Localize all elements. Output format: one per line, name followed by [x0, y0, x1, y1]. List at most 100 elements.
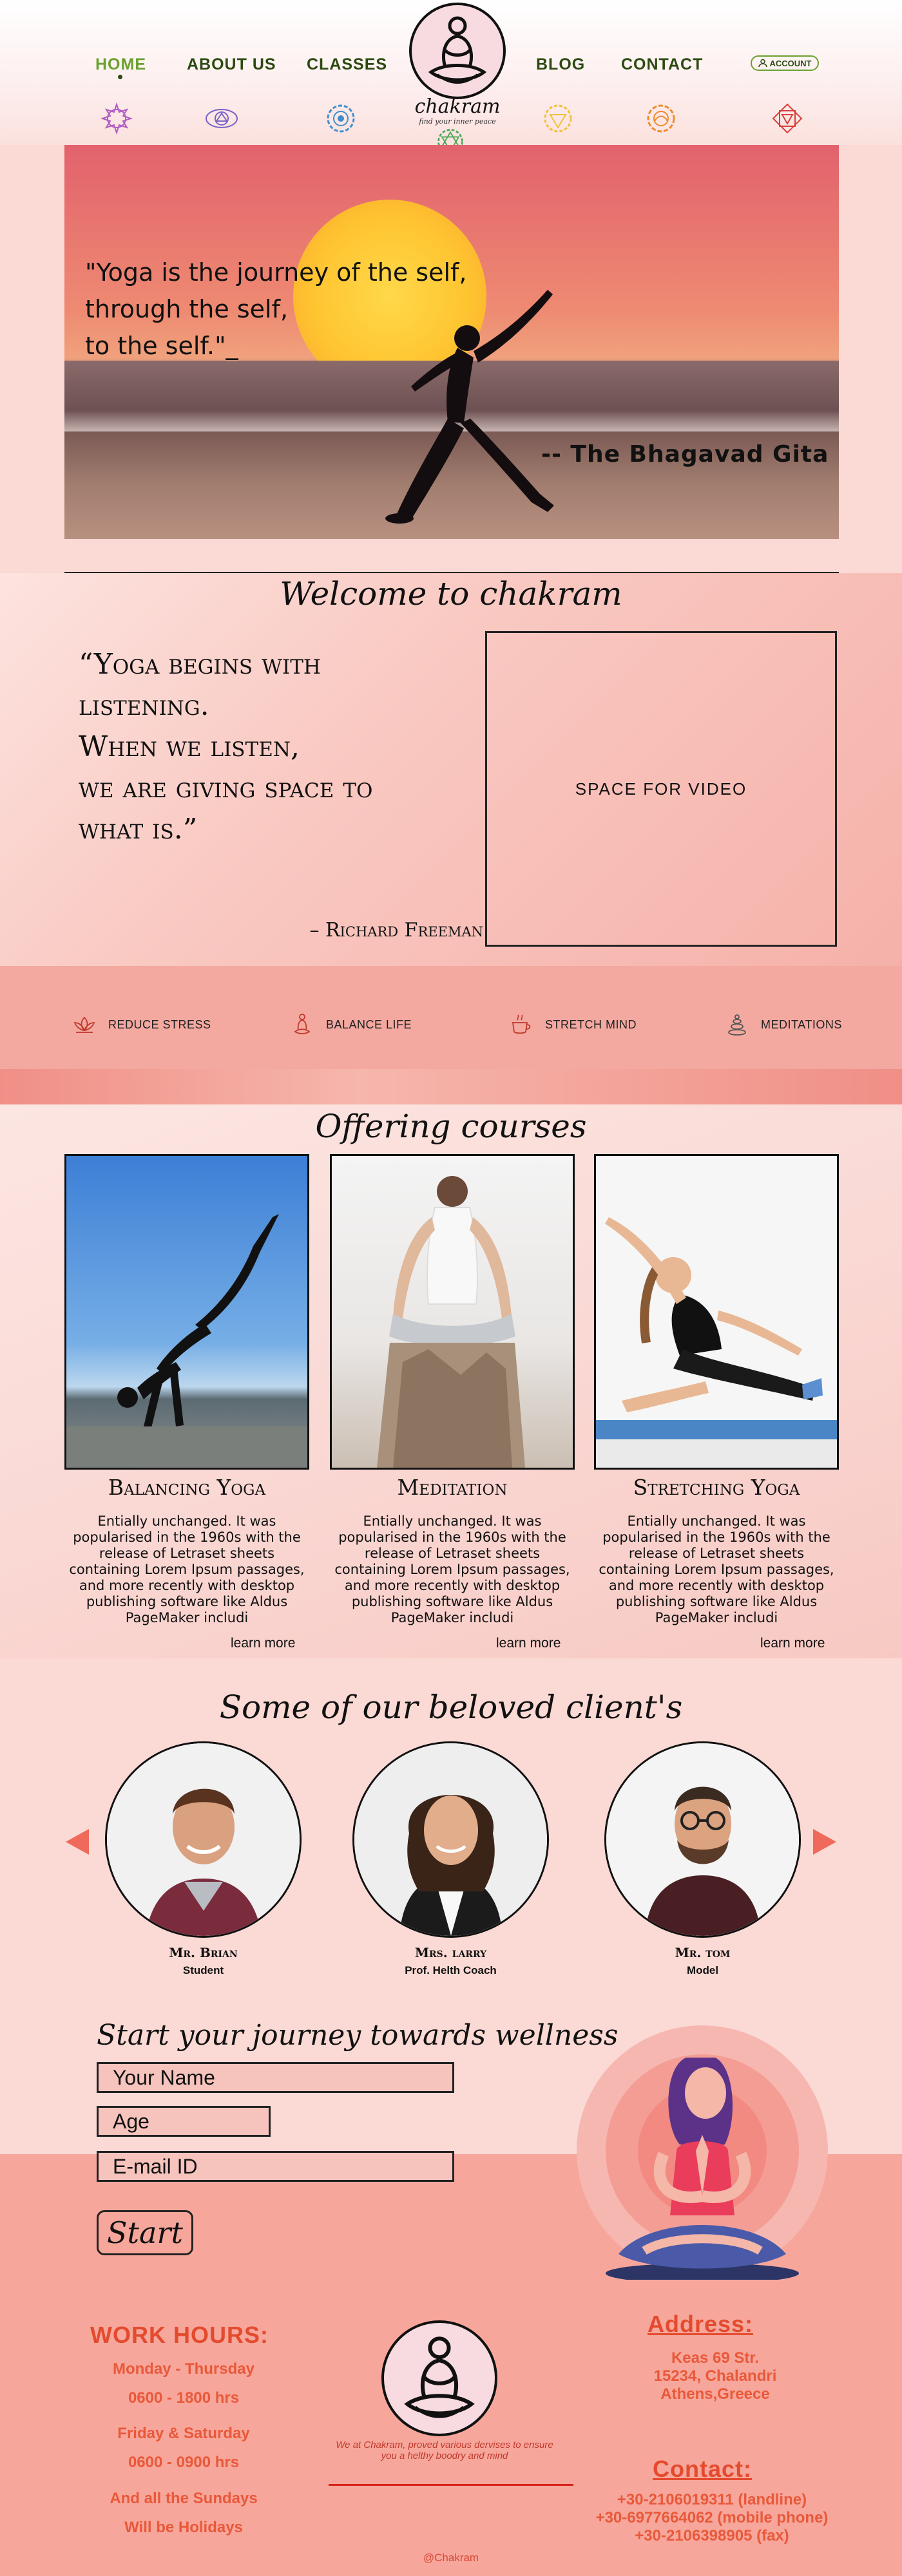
- hours-line: And all the Sundays: [110, 2490, 258, 2507]
- logo-emblem[interactable]: [409, 3, 506, 99]
- start-button[interactable]: Start: [97, 2210, 193, 2255]
- learn-more-link[interactable]: learn more: [760, 1636, 825, 1651]
- welcome-quote-line: what is.”: [79, 813, 198, 846]
- course-description: Entially unchanged. It was popularised i…: [69, 1513, 305, 1625]
- nav-classes[interactable]: CLASSES: [307, 55, 387, 74]
- nav-about-us[interactable]: ABOUT US: [187, 55, 276, 74]
- age-field-placeholder: Age: [113, 2109, 149, 2133]
- client-name: Mr. Brian: [169, 1945, 238, 1960]
- client-portrait: [354, 1743, 547, 1936]
- client-role: Prof. Helth Coach: [405, 1964, 497, 1976]
- contact-line[interactable]: +30-2106019311 (landline): [567, 2491, 857, 2509]
- welcome-quote-line: When we listen,: [79, 730, 300, 763]
- welcome-quote-line: we are giving space to: [79, 772, 373, 804]
- courses-title: Offering courses: [315, 1108, 587, 1145]
- client-role: Model: [686, 1964, 719, 1976]
- hours-line: 0600 - 1800 hrs: [128, 2389, 240, 2407]
- address-title: Address:: [648, 2311, 754, 2337]
- stretching-figure: [596, 1217, 837, 1468]
- journey-title: Start your journey towards wellness: [97, 2019, 619, 2052]
- footer-divider: [329, 2484, 573, 2486]
- logo-tagline: find your inner peace: [419, 117, 496, 126]
- clients-title: Some of our beloved client's: [219, 1689, 683, 1726]
- course-description: Entially unchanged. It was popularised i…: [599, 1513, 834, 1625]
- address-line: Athens,Greece: [660, 2385, 770, 2403]
- hero-quote-author: -- The Bhagavad Gita: [541, 441, 829, 468]
- client-role: Student: [182, 1964, 224, 1976]
- third-eye-chakra-icon: [206, 109, 238, 128]
- client-avatar: [604, 1741, 801, 1938]
- welcome-quote-line: listening.: [79, 689, 209, 722]
- root-chakra-icon: [772, 103, 803, 134]
- hero-quote-line: to the self."_: [85, 332, 238, 360]
- nav-blog[interactable]: BLOG: [536, 55, 585, 74]
- meditation-logo-icon: [428, 16, 487, 84]
- course-image-balancing-yoga[interactable]: [64, 1154, 309, 1470]
- contact-title: Contact:: [653, 2456, 752, 2482]
- client-portrait: [107, 1743, 300, 1936]
- benefit-reduce-stress: REDUCE STRESS: [72, 1012, 211, 1037]
- user-icon: [758, 59, 767, 68]
- welcome-quote: “Yoga begins with listening. When we lis…: [79, 644, 478, 850]
- client-name: Mrs. larry: [414, 1945, 487, 1960]
- lotus-icon: [73, 1016, 95, 1033]
- learn-more-link[interactable]: learn more: [231, 1636, 295, 1651]
- nav-contact[interactable]: CONTACT: [621, 55, 703, 74]
- contact-line[interactable]: +30-2106398905 (fax): [567, 2527, 857, 2545]
- work-hours-title: WORK HOURS:: [90, 2322, 269, 2348]
- benefit-label: MEDITATIONS: [761, 1018, 842, 1031]
- client-name: Mr. tom: [675, 1945, 731, 1960]
- section-divider: [64, 572, 839, 573]
- tea-cup-icon: [512, 1014, 531, 1034]
- benefit-stretch-mind: STRETCH MIND: [509, 1012, 637, 1037]
- course-image-meditation[interactable]: [330, 1154, 575, 1470]
- benefit-meditations: MEDITATIONS: [725, 1012, 842, 1037]
- course-image-stretching-yoga[interactable]: [594, 1154, 839, 1470]
- footer-mission: We at Chakram, proved various dervises t…: [336, 2439, 553, 2461]
- video-placeholder-label: SPACE FOR VIDEO: [575, 779, 747, 799]
- learn-more-link[interactable]: learn more: [496, 1636, 561, 1651]
- solar-plexus-chakra-icon: [544, 104, 572, 133]
- nav-home[interactable]: HOME: [95, 55, 146, 74]
- benefit-label: REDUCE STRESS: [108, 1018, 211, 1031]
- hero-quote-line: through the self,: [85, 295, 289, 323]
- email-field-placeholder: E-mail ID: [113, 2154, 198, 2178]
- benefit-label: STRETCH MIND: [545, 1018, 637, 1031]
- copyright: @Chakram: [423, 2552, 479, 2564]
- name-field[interactable]: Your Name: [97, 2062, 454, 2093]
- carousel-prev-arrow[interactable]: [66, 1829, 89, 1855]
- name-field-placeholder: Your Name: [113, 2065, 215, 2089]
- welcome-quote-attribution: – Richard Freeman: [309, 919, 483, 942]
- hero-quote-line: "Yoga is the journey of the self,: [85, 258, 467, 287]
- decorative-band: [0, 1069, 902, 1104]
- throat-chakra-icon: [327, 104, 355, 133]
- address-line: Keas 69 Str.: [671, 2349, 760, 2367]
- meditating-woman-illustration: [577, 2025, 828, 2280]
- account-button[interactable]: ACCOUNT: [751, 55, 819, 71]
- logo-wordmark: chakram: [414, 95, 501, 118]
- carousel-next-arrow[interactable]: [813, 1829, 836, 1855]
- welcome-quote-line: “Yoga begins with: [79, 648, 321, 681]
- stacked-stones-icon: [728, 1014, 746, 1036]
- meditation-figure: [377, 1176, 525, 1468]
- hours-line: Will be Holidays: [124, 2519, 243, 2536]
- meditating-person-icon: [294, 1014, 311, 1034]
- sacral-chakra-icon: [647, 104, 675, 133]
- contact-line[interactable]: +30-6977664062 (mobile phone): [567, 2509, 857, 2527]
- age-field[interactable]: Age: [97, 2106, 271, 2137]
- benefit-balance-life: BALANCE LIFE: [290, 1012, 412, 1037]
- welcome-title: Welcome to chakram: [280, 575, 622, 612]
- benefit-label: BALANCE LIFE: [326, 1018, 412, 1031]
- footer-logo[interactable]: [381, 2320, 497, 2436]
- balancing-yoga-figure: [66, 1214, 307, 1468]
- video-placeholder[interactable]: SPACE FOR VIDEO: [485, 631, 837, 947]
- crown-chakra-icon: [100, 102, 133, 135]
- course-title: Stretching Yoga: [633, 1475, 800, 1500]
- hero-banner: "Yoga is the journey of the self, throug…: [64, 145, 839, 539]
- email-field[interactable]: E-mail ID: [97, 2151, 454, 2182]
- course-title: Meditation: [397, 1475, 508, 1500]
- hours-line: 0600 - 0900 hrs: [128, 2454, 240, 2471]
- address-line: 15234, Chalandri: [653, 2367, 777, 2385]
- course-title: Balancing Yoga: [108, 1475, 266, 1500]
- active-indicator: [118, 75, 122, 79]
